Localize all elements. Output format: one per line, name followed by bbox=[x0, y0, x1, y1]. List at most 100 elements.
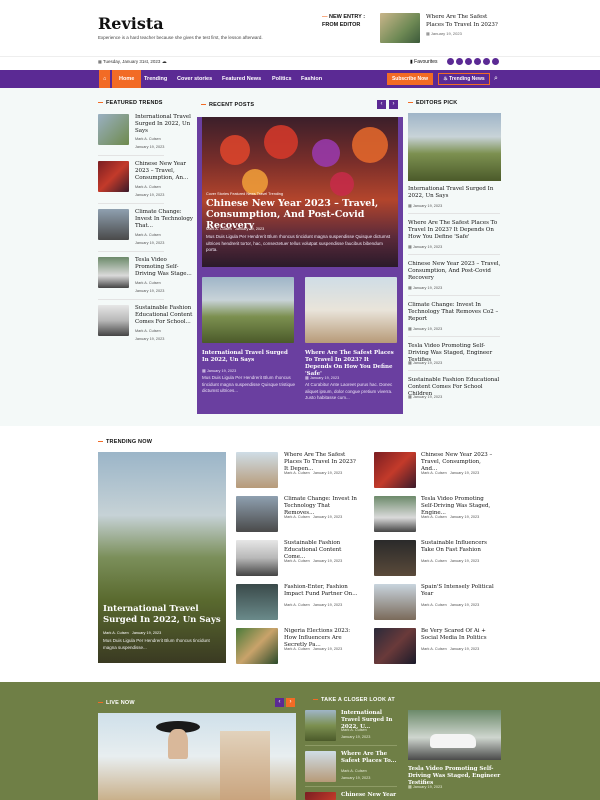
live-now-heading: LIVE NOW bbox=[98, 700, 135, 706]
editors-pick-date: ▦ January 19, 2023 bbox=[408, 244, 442, 249]
editors-pick-title[interactable]: International Travel Surged In 2022, Un … bbox=[408, 186, 502, 200]
subscribe-button[interactable]: Subscribe Now bbox=[387, 73, 433, 85]
linkedin-icon[interactable] bbox=[465, 58, 472, 65]
prev-arrow-icon[interactable]: ‹ bbox=[377, 100, 386, 109]
trending-title[interactable]: Nigeria Elections 2023: How Influencers … bbox=[284, 628, 359, 649]
current-date: ▦ Tuesday, January 31st, 2023 ☁ bbox=[98, 59, 167, 65]
closer-look-heading: TAKE A CLOSER LOOK AT bbox=[313, 697, 395, 703]
trending-title[interactable]: Fashion-Enter, Fashion Impact Fund Partn… bbox=[284, 584, 359, 598]
closer-look-date: January 19, 2023 bbox=[341, 735, 371, 739]
prev-arrow-icon[interactable]: ‹ bbox=[275, 698, 284, 707]
divider bbox=[98, 203, 164, 204]
featured-trend-thumb[interactable] bbox=[98, 209, 129, 240]
sub-post-title[interactable]: International Travel Surged In 2022, Un … bbox=[202, 350, 294, 364]
search-icon[interactable]: ⌕ bbox=[494, 75, 498, 83]
closer-look-thumb[interactable] bbox=[305, 710, 336, 741]
trending-thumb[interactable] bbox=[236, 496, 278, 532]
trending-author: Mark A. Culsen bbox=[284, 515, 310, 519]
next-arrow-icon[interactable]: › bbox=[286, 698, 295, 707]
pinterest-icon[interactable] bbox=[492, 58, 499, 65]
trending-meta: Mark A. Culsen January 19, 2023 bbox=[284, 647, 342, 651]
trending-title[interactable]: Sustainable Influencers Take On Fast Fas… bbox=[421, 540, 496, 554]
trending-thumb[interactable] bbox=[374, 452, 416, 488]
site-logo[interactable]: Revista bbox=[98, 14, 164, 33]
instagram-icon[interactable] bbox=[483, 58, 490, 65]
featured-trend-title[interactable]: Climate Change: Invest In Technology Tha… bbox=[135, 209, 193, 230]
hero-meta: Mark A. Culsen January 19, 2023 bbox=[206, 227, 264, 231]
hero-category-tags[interactable]: Cover Stories Featured News Travel Trend… bbox=[206, 192, 283, 196]
featured-trend-title[interactable]: Chinese New Year 2023 – Travel, Consumpt… bbox=[135, 161, 193, 182]
trending-meta: Mark A. Culsen January 19, 2023 bbox=[421, 647, 479, 651]
live-now-image[interactable] bbox=[98, 713, 296, 800]
new-entry-label: — NEW ENTRY : FROM EDITOR bbox=[322, 14, 366, 28]
featured-trend-thumb[interactable] bbox=[98, 161, 129, 192]
closer-look-thumb[interactable] bbox=[305, 751, 336, 782]
trending-title[interactable]: Climate Change: Invest In Technology Tha… bbox=[284, 496, 359, 517]
sub-post-image[interactable] bbox=[305, 277, 397, 343]
trending-thumb[interactable] bbox=[236, 540, 278, 576]
nav-home-icon[interactable]: ⌂ bbox=[99, 70, 111, 88]
closer-look-thumb[interactable] bbox=[305, 792, 336, 800]
trending-author: Mark A. Culsen bbox=[284, 559, 310, 563]
trending-thumb[interactable] bbox=[374, 496, 416, 532]
sub-post-title[interactable]: Where Are The Safest Places To Travel In… bbox=[305, 350, 397, 378]
trending-thumb[interactable] bbox=[374, 628, 416, 664]
divider bbox=[408, 213, 500, 214]
trending-thumb[interactable] bbox=[236, 584, 278, 620]
sub-post-date: ▦ January 19, 2023 bbox=[305, 375, 339, 380]
new-entry-title[interactable]: Where Are The Safest Places To Travel In… bbox=[426, 13, 506, 29]
twitter-icon[interactable] bbox=[456, 58, 463, 65]
editors-pick-title[interactable]: Where Are The Safest Places To Travel In… bbox=[408, 220, 502, 241]
featured-trend-thumb[interactable] bbox=[98, 257, 129, 288]
next-arrow-icon[interactable]: › bbox=[389, 100, 398, 109]
new-entry-thumbnail[interactable] bbox=[380, 13, 420, 43]
trending-title[interactable]: Be Very Scared Of Ai + Social Media In P… bbox=[421, 628, 496, 642]
nav-item-fashion[interactable]: Fashion bbox=[294, 70, 329, 88]
featured-trend-date: January 19, 2023 bbox=[135, 145, 165, 149]
nav-item-featured-news[interactable]: Featured News bbox=[215, 70, 268, 88]
trending-thumb[interactable] bbox=[236, 452, 278, 488]
editors-pick-date-text: January 19, 2023 bbox=[412, 327, 443, 331]
trending-title[interactable]: Sustainable Fashion Educational Content … bbox=[284, 540, 359, 561]
nav-item-cover-stories[interactable]: Cover stories bbox=[170, 70, 219, 88]
featured-trend-title[interactable]: International Travel Surged In 2022, Un … bbox=[135, 114, 193, 135]
editors-pick-image[interactable] bbox=[408, 113, 501, 181]
featured-trend-thumb[interactable] bbox=[98, 305, 129, 336]
trending-title[interactable]: Spain'S Intensely Political Year bbox=[421, 584, 496, 598]
trending-title[interactable]: Chinese New Year 2023 – Travel, Consumpt… bbox=[421, 452, 496, 473]
featured-trend-title[interactable]: Tesla Video Promoting Self-Driving Was S… bbox=[135, 257, 193, 278]
featured-trend-date: January 19, 2023 bbox=[135, 337, 165, 341]
facebook-icon[interactable] bbox=[447, 58, 454, 65]
closer-look-feature-image[interactable] bbox=[408, 710, 501, 760]
trending-date: January 19, 2023 bbox=[449, 471, 480, 475]
fire-icon: ♨ bbox=[443, 76, 448, 82]
trending-date: January 19, 2023 bbox=[312, 647, 343, 651]
trending-title[interactable]: Where Are The Safest Places To Travel In… bbox=[284, 452, 359, 473]
trending-date: January 19, 2023 bbox=[312, 515, 343, 519]
closer-look-title[interactable]: Chinese New Year bbox=[341, 792, 399, 799]
favourites-link[interactable]: ▮ Favourites bbox=[410, 59, 438, 65]
divider bbox=[98, 155, 164, 156]
trending-thumb[interactable] bbox=[236, 628, 278, 664]
youtube-icon[interactable] bbox=[474, 58, 481, 65]
trending-author: Mark A. Culsen bbox=[284, 647, 310, 651]
trending-author: Mark A. Culsen bbox=[421, 603, 447, 607]
nav-item-trending[interactable]: Trending bbox=[137, 70, 174, 88]
trending-date: January 19, 2023 bbox=[449, 603, 480, 607]
featured-trend-title[interactable]: Sustainable Fashion Educational Content … bbox=[135, 305, 193, 326]
closer-look-title[interactable]: Where Are The Safest Places To... bbox=[341, 751, 399, 765]
trending-big-title[interactable]: International Travel Surged In 2022, Un … bbox=[103, 604, 223, 626]
sub-post-image[interactable] bbox=[202, 277, 294, 343]
featured-trend-author: Mark A. Culsen bbox=[135, 137, 161, 141]
trending-title[interactable]: Tesla Video Promoting Self-Driving Was S… bbox=[421, 496, 496, 517]
closer-look-author: Mark A. Culsen bbox=[341, 769, 367, 773]
editors-pick-title[interactable]: Chinese New Year 2023 – Travel, Consumpt… bbox=[408, 261, 502, 282]
sub-post-date: ▦ January 19, 2023 bbox=[202, 368, 236, 373]
trending-thumb[interactable] bbox=[374, 584, 416, 620]
car-shape bbox=[430, 734, 476, 748]
featured-trend-thumb[interactable] bbox=[98, 114, 129, 145]
editors-pick-title[interactable]: Climate Change: Invest In Technology Tha… bbox=[408, 302, 502, 323]
editors-pick-date: ▦ January 19, 2023 bbox=[408, 285, 442, 290]
trending-news-button[interactable]: ♨ Trending News bbox=[438, 73, 490, 85]
trending-thumb[interactable] bbox=[374, 540, 416, 576]
